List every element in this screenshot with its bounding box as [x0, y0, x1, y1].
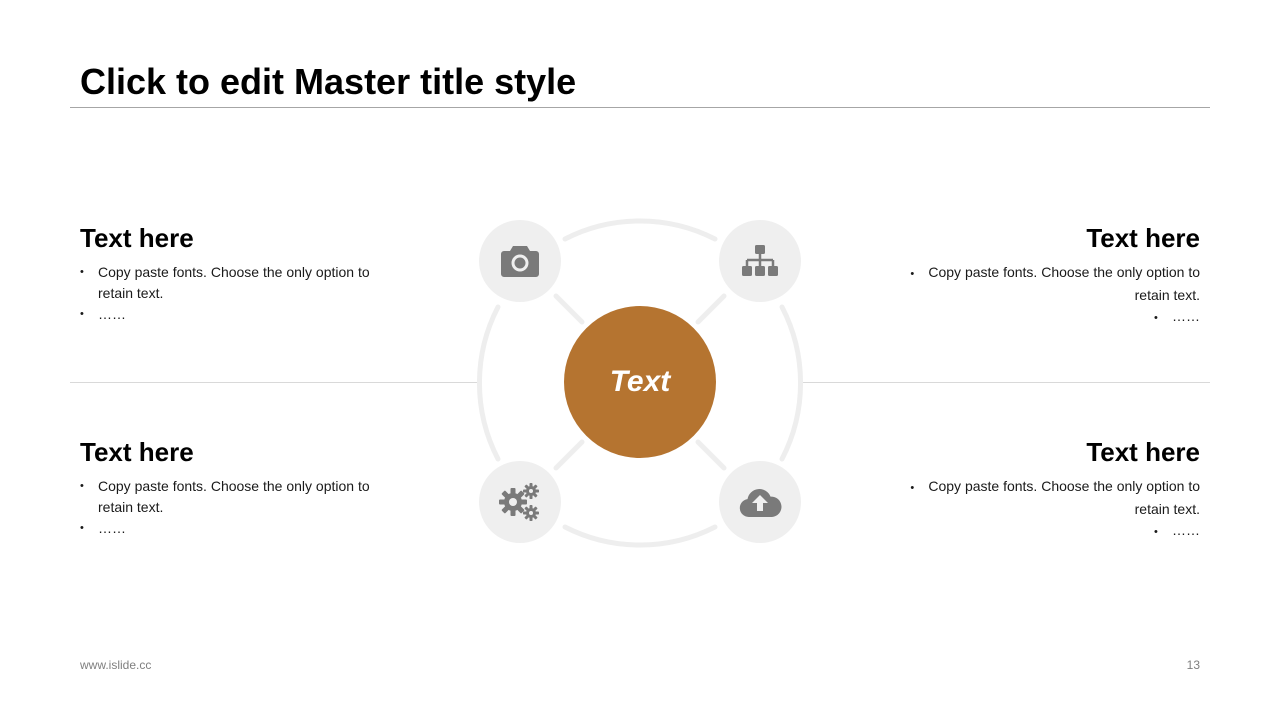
camera-node[interactable] — [479, 220, 561, 302]
bullet-item: …… — [80, 518, 400, 539]
page-number: 13 — [1186, 658, 1200, 672]
camera-icon — [501, 246, 539, 277]
bullet-item: …… — [880, 520, 1200, 543]
connector-bottom-right — [695, 439, 727, 471]
bullet-list: Copy paste fonts. Choose the only option… — [880, 476, 1200, 543]
footer-url: www.islide.cc — [80, 658, 152, 672]
hierarchy-node[interactable] — [719, 220, 801, 302]
connector-bottom-left — [553, 439, 585, 471]
text-block-bottom-right[interactable]: Text here Copy paste fonts. Choose the o… — [880, 436, 1200, 543]
bullet-list: Copy paste fonts. Choose the only option… — [80, 476, 400, 539]
middle-divider-left — [70, 382, 480, 383]
hierarchy-icon — [742, 245, 778, 276]
text-block-bottom-left[interactable]: Text here Copy paste fonts. Choose the o… — [80, 436, 400, 539]
bullet-item: Copy paste fonts. Choose the only option… — [80, 476, 400, 518]
connector-top-left — [553, 293, 585, 325]
center-node[interactable]: Text — [564, 306, 716, 458]
text-block-top-right[interactable]: Text here Copy paste fonts. Choose the o… — [880, 222, 1200, 329]
ring-arc-left — [477, 304, 501, 462]
gears-node[interactable] — [479, 461, 561, 543]
block-heading: Text here — [80, 437, 194, 467]
ring-arc-bottom — [562, 524, 718, 548]
bullet-item: Copy paste fonts. Choose the only option… — [880, 476, 1200, 520]
bullet-list: Copy paste fonts. Choose the only option… — [880, 262, 1200, 329]
slide-title[interactable]: Click to edit Master title style — [80, 60, 576, 104]
title-divider — [70, 107, 1210, 108]
block-heading: Text here — [1086, 437, 1200, 467]
gears-icon — [499, 483, 539, 521]
middle-divider-right — [800, 382, 1210, 383]
bullet-item: …… — [80, 304, 400, 325]
bullet-list: Copy paste fonts. Choose the only option… — [80, 262, 400, 325]
ring-arc-top — [562, 218, 718, 242]
block-heading: Text here — [1086, 223, 1200, 253]
text-block-top-left[interactable]: Text here Copy paste fonts. Choose the o… — [80, 222, 400, 325]
cloud-upload-node[interactable] — [719, 461, 801, 543]
center-label: Text — [609, 365, 671, 398]
ring-arc-right — [779, 304, 803, 462]
bullet-item: Copy paste fonts. Choose the only option… — [880, 262, 1200, 306]
block-heading: Text here — [80, 223, 194, 253]
bullet-item: Copy paste fonts. Choose the only option… — [80, 262, 400, 304]
cloud-upload-icon — [739, 489, 782, 518]
bullet-item: …… — [880, 306, 1200, 329]
connector-top-right — [695, 293, 727, 325]
